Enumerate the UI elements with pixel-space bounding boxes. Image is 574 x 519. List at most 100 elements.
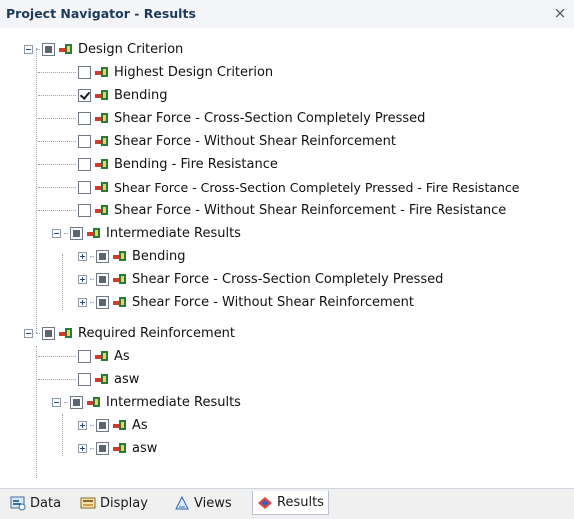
- tree-dots: [38, 355, 76, 357]
- tree-connector-root: [36, 48, 37, 333]
- tab-display[interactable]: Display: [76, 491, 152, 515]
- node-checkbox[interactable]: [96, 441, 109, 455]
- node-label: Shear Force - Cross-Section Completely P…: [114, 110, 426, 126]
- node-checkbox[interactable]: [96, 272, 109, 286]
- collapse-toggle[interactable]: [24, 328, 33, 338]
- tree-dots: [36, 332, 40, 334]
- expand-toggle[interactable]: [78, 274, 87, 284]
- result-type-icon: [95, 374, 108, 384]
- tree-dots: [90, 447, 94, 449]
- tree-node-intermediate-shear-ccp[interactable]: Shear Force - Cross-Section Completely P…: [78, 268, 443, 290]
- tree-dots: [64, 232, 68, 234]
- node-checkbox[interactable]: [78, 88, 91, 102]
- node-checkbox[interactable]: [78, 203, 91, 217]
- result-type-icon: [95, 136, 108, 146]
- node-checkbox[interactable]: [42, 326, 55, 340]
- tree-node-intermediate-results[interactable]: Intermediate Results: [52, 222, 241, 244]
- result-type-icon: [87, 228, 100, 238]
- tab-results[interactable]: Results: [252, 491, 329, 515]
- expand-toggle[interactable]: [78, 420, 87, 430]
- tree-node-shear-force-ccp-fire[interactable]: Shear Force - Cross-Section Completely P…: [38, 176, 520, 198]
- tree-node-shear-force-ccp[interactable]: Shear Force - Cross-Section Completely P…: [38, 107, 425, 129]
- node-label: Intermediate Results: [106, 394, 241, 410]
- node-label: Highest Design Criterion: [114, 64, 274, 80]
- result-type-icon: [95, 159, 108, 169]
- tree-dots: [36, 48, 40, 50]
- node-checkbox[interactable]: [96, 295, 109, 309]
- result-type-icon: [113, 420, 126, 430]
- result-type-icon: [95, 351, 108, 361]
- node-checkbox[interactable]: [78, 134, 91, 148]
- node-label: Shear Force - Cross-Section Completely P…: [132, 271, 444, 287]
- collapse-toggle[interactable]: [52, 397, 61, 407]
- tree-node-required-reinforcement[interactable]: Required Reinforcement: [24, 322, 235, 344]
- node-checkbox[interactable]: [96, 249, 109, 263]
- node-label: Bending - Fire Resistance: [114, 156, 278, 172]
- tree-node-asw[interactable]: asw: [38, 368, 139, 390]
- expand-toggle[interactable]: [78, 443, 87, 453]
- tree-node-design-criterion[interactable]: Design Criterion: [24, 38, 183, 60]
- collapse-toggle[interactable]: [24, 44, 33, 54]
- results-tree: Design Criterion Highest Design Criterio…: [0, 28, 574, 478]
- tree-node-shear-force-wsr-fire[interactable]: Shear Force - Without Shear Reinforcemen…: [38, 199, 506, 221]
- result-type-icon: [95, 90, 108, 100]
- tab-label: Data: [30, 495, 62, 511]
- node-checkbox[interactable]: [70, 226, 83, 240]
- node-checkbox[interactable]: [78, 65, 91, 79]
- node-checkbox[interactable]: [78, 180, 91, 194]
- close-icon[interactable]: ×: [552, 4, 568, 22]
- node-checkbox[interactable]: [70, 395, 83, 409]
- tab-views[interactable]: Views: [170, 491, 236, 515]
- tree-node-as[interactable]: As: [38, 345, 130, 367]
- expand-toggle[interactable]: [78, 297, 87, 307]
- tab-data[interactable]: Data: [6, 491, 65, 515]
- node-label: asw: [114, 371, 140, 387]
- panel-title: Project Navigator - Results: [6, 6, 196, 21]
- tree-node-intermediate-as[interactable]: As: [78, 414, 148, 436]
- tree-dots: [90, 424, 94, 426]
- node-checkbox[interactable]: [78, 157, 91, 171]
- tree-node-intermediate-shear-wsr[interactable]: Shear Force - Without Shear Reinforcemen…: [78, 291, 414, 313]
- result-type-icon: [95, 205, 108, 215]
- result-type-icon: [95, 67, 108, 77]
- node-label: Shear Force - Cross-Section Completely P…: [114, 179, 520, 195]
- tree-node-highest-design-criterion[interactable]: Highest Design Criterion: [38, 61, 273, 83]
- tree-node-bending[interactable]: Bending: [38, 84, 168, 106]
- result-type-icon: [95, 113, 108, 123]
- collapse-toggle[interactable]: [52, 228, 61, 238]
- node-label: Shear Force - Without Shear Reinforcemen…: [132, 294, 414, 310]
- node-checkbox[interactable]: [78, 349, 91, 363]
- tree-node-intermediate-results-2[interactable]: Intermediate Results: [52, 391, 241, 413]
- node-checkbox[interactable]: [42, 42, 55, 56]
- tree-connector-intermediate2: [62, 414, 63, 456]
- tab-label: Display: [100, 495, 148, 511]
- navigator-tab-bar: Data Display Views Results: [0, 488, 574, 519]
- tree-node-bending-fire[interactable]: Bending - Fire Resistance: [38, 153, 278, 175]
- data-icon: [10, 496, 26, 511]
- expand-toggle[interactable]: [78, 251, 87, 261]
- tree-dots: [38, 94, 76, 96]
- tree-node-intermediate-asw[interactable]: asw: [78, 437, 157, 459]
- tab-label: Views: [194, 495, 232, 511]
- tree-dots: [38, 117, 76, 119]
- node-checkbox[interactable]: [96, 418, 109, 432]
- tree-dots: [38, 140, 76, 142]
- tree-dots: [38, 71, 76, 73]
- tree-dots: [38, 186, 76, 188]
- tab-label: Results: [277, 495, 324, 510]
- node-checkbox[interactable]: [78, 111, 91, 125]
- tree-node-shear-force-wsr[interactable]: Shear Force - Without Shear Reinforcemen…: [38, 130, 396, 152]
- node-label: Shear Force - Without Shear Reinforcemen…: [114, 202, 507, 218]
- tree-node-intermediate-bending[interactable]: Bending: [78, 245, 186, 267]
- node-checkbox[interactable]: [78, 372, 91, 386]
- tree-dots: [38, 378, 76, 380]
- node-label: Design Criterion: [78, 41, 184, 57]
- tree-dots: [90, 278, 94, 280]
- node-label: Intermediate Results: [106, 225, 241, 241]
- node-label: asw: [132, 440, 158, 456]
- result-type-icon: [95, 182, 108, 192]
- node-label: As: [114, 348, 130, 364]
- tree-dots: [64, 401, 68, 403]
- node-label: Bending: [114, 87, 168, 103]
- node-label: Bending: [132, 248, 186, 264]
